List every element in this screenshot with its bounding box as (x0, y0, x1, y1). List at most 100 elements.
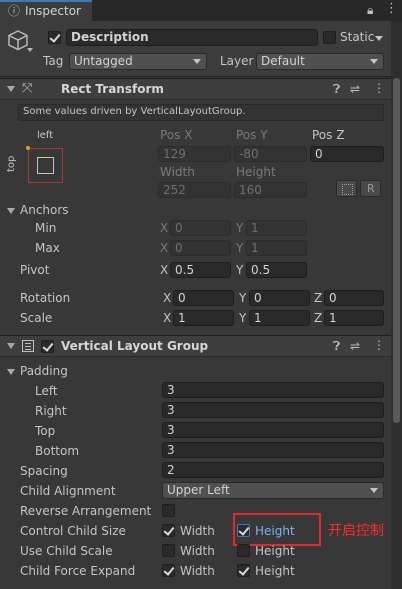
control-size-label: Control Child Size (20, 524, 126, 538)
pivot-x-field[interactable]: 0.5 (170, 262, 231, 278)
tab-title: Inspector (25, 4, 81, 18)
blueprint-mode-button[interactable] (336, 180, 357, 197)
padding-label[interactable]: Padding (20, 364, 68, 378)
tab-inspector[interactable]: ⓘ Inspector (0, 0, 92, 21)
padding-bottom-field[interactable]: 3 (162, 442, 384, 458)
force-height-label: Height (255, 564, 295, 578)
component-menu-icon[interactable]: ⋮ (373, 339, 385, 351)
max-y-field: 1 (246, 240, 307, 256)
pos-z-field[interactable]: 0 (310, 146, 384, 162)
use-scale-label: Use Child Scale (20, 544, 113, 558)
force-height-checkbox[interactable] (237, 564, 250, 577)
rot-y-field[interactable]: 0 (249, 290, 310, 306)
pivot-y-axis: Y (236, 263, 244, 277)
help-icon[interactable]: ❓︎ (333, 340, 340, 352)
use-scale-height-checkbox[interactable] (237, 544, 250, 557)
spacing-label: Spacing (20, 464, 68, 478)
pos-x-field: 129 (158, 146, 231, 162)
control-width-checkbox[interactable] (162, 524, 175, 537)
icon-dropdown-caret[interactable] (27, 48, 33, 52)
force-width-checkbox[interactable] (162, 564, 175, 577)
rot-x-axis: X (163, 291, 172, 305)
scale-x-field[interactable]: 1 (173, 310, 234, 326)
scale-y-field[interactable]: 1 (249, 310, 310, 326)
tag-label: Tag (43, 54, 64, 68)
padding-foldout-icon[interactable] (7, 369, 15, 375)
anchor-preview-rect (37, 157, 54, 174)
padding-top-field[interactable]: 3 (162, 422, 384, 438)
control-width-label: Width (180, 524, 215, 538)
static-checkbox[interactable] (323, 31, 336, 44)
child-alignment-value: Upper Left (167, 483, 230, 497)
preset-settings-icon[interactable]: ⇌ (350, 83, 360, 95)
pos-y-field: -80 (234, 146, 307, 162)
rot-z-field[interactable]: 0 (324, 290, 384, 306)
padding-right-label: Right (35, 404, 67, 418)
force-expand-label: Child Force Expand (20, 564, 136, 578)
use-scale-width-checkbox[interactable] (162, 544, 175, 557)
min-y-field: 1 (246, 220, 307, 236)
lock-icon[interactable]: 🔒︎ (367, 4, 373, 16)
driven-info-text: Some values driven by VerticalLayoutGrou… (23, 106, 246, 117)
layer-label: Layer (220, 54, 254, 68)
padding-bottom-label: Bottom (35, 444, 80, 458)
anchors-foldout-icon[interactable] (7, 208, 15, 214)
max-y-axis: Y (236, 241, 244, 255)
help-icon[interactable]: ❓︎ (333, 83, 340, 95)
rotation-label: Rotation (20, 291, 71, 305)
scale-y-axis: Y (239, 311, 247, 325)
rot-z-axis: Z (314, 291, 323, 305)
pos-z-label: Pos Z (312, 128, 345, 142)
raw-edit-button[interactable]: R (360, 180, 381, 197)
min-label: Min (35, 221, 57, 235)
static-label: Static (340, 30, 375, 44)
force-width-label: Width (180, 564, 215, 578)
layout-enabled-checkbox[interactable] (41, 340, 54, 353)
scrollbar-thumb[interactable] (393, 78, 400, 423)
pivot-y-field[interactable]: 0.5 (246, 262, 307, 278)
anchor-v-label: top (6, 155, 17, 172)
padding-top-label: Top (35, 424, 56, 438)
layout-group-icon (22, 340, 34, 352)
annotation-highlight-box (233, 513, 321, 546)
anchor-presets-button[interactable] (28, 148, 63, 183)
foldout-arrow-icon[interactable] (7, 86, 15, 92)
pos-y-label: Pos Y (236, 128, 268, 142)
raw-edit-label: R (367, 182, 375, 195)
rect-transform-icon: ⤧ (22, 81, 33, 96)
rect-transform-title: Rect Transform (61, 82, 164, 96)
anchor-h-label: left (37, 130, 54, 141)
rot-y-axis: Y (239, 291, 247, 305)
reverse-checkbox[interactable] (162, 504, 175, 517)
tag-dropdown[interactable]: Untagged (69, 53, 207, 70)
cube-icon (8, 30, 28, 51)
component-menu-icon[interactable]: ⋮ (373, 82, 385, 94)
static-dropdown-caret[interactable] (375, 36, 383, 41)
object-name-field[interactable]: Description (66, 29, 318, 46)
max-x-axis: X (160, 241, 169, 255)
use-scale-width-label: Width (180, 544, 215, 558)
scale-z-field[interactable]: 1 (324, 310, 384, 326)
active-checkbox[interactable] (48, 31, 61, 44)
min-y-axis: Y (236, 221, 244, 235)
padding-left-label: Left (35, 384, 58, 398)
kebab-menu-icon[interactable]: ⋮ (385, 2, 398, 15)
padding-left-field[interactable]: 3 (162, 382, 384, 398)
chevron-down-icon (370, 488, 378, 493)
layer-dropdown[interactable]: Default (256, 53, 384, 70)
pivot-x-axis: X (160, 263, 169, 277)
preset-settings-icon[interactable]: ⇌ (350, 340, 360, 352)
layout-foldout-icon[interactable] (7, 343, 15, 349)
rot-x-field[interactable]: 0 (173, 290, 234, 306)
min-x-axis: X (160, 221, 169, 235)
info-icon: ⓘ (8, 4, 21, 18)
pos-x-label: Pos X (160, 128, 193, 142)
pivot-label: Pivot (20, 263, 50, 277)
anchor-point-marker (26, 146, 30, 150)
spacing-field[interactable]: 2 (162, 462, 384, 478)
anchors-label[interactable]: Anchors (20, 203, 69, 217)
layout-group-title: Vertical Layout Group (61, 339, 209, 353)
padding-right-field[interactable]: 3 (162, 402, 384, 418)
child-alignment-dropdown[interactable]: Upper Left (162, 482, 384, 499)
chevron-down-icon (370, 59, 378, 64)
